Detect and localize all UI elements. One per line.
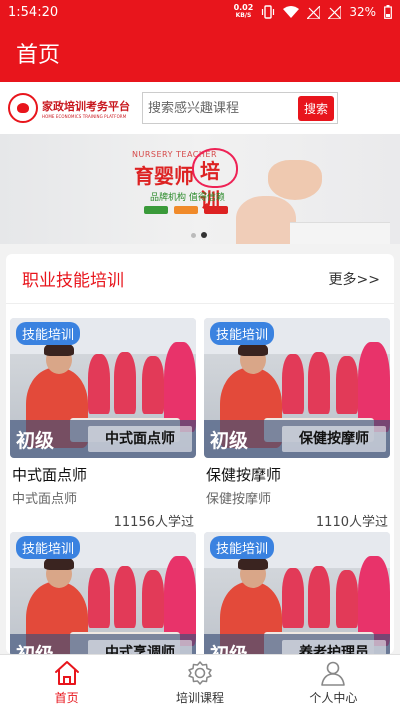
banner-tag	[174, 206, 198, 214]
thumb-person	[336, 356, 358, 414]
thumb-person	[282, 354, 304, 414]
banner-heart-text: 培训	[200, 159, 220, 212]
course-badge: 技能培训	[16, 322, 81, 345]
promo-banner[interactable]: NURSERY TEACHER 育婴师 培训 品牌机构 值得信赖	[0, 134, 400, 244]
course-badge: 技能培训	[210, 536, 275, 559]
network-speed-value: 0.02	[233, 3, 254, 12]
thumb-person	[114, 352, 136, 414]
status-time: 1:54:20	[8, 4, 59, 20]
course-title[interactable]: 中式面点师	[10, 464, 196, 485]
logo-subtext: HOME ECONOMICS TRAINING PLATFORM	[42, 113, 127, 119]
course-title[interactable]: 保健按摩师	[204, 464, 390, 485]
course-level: 初级	[204, 640, 282, 655]
bottom-nav: 首页 培训课程 个人中心	[0, 654, 400, 711]
search-box: 搜索	[142, 92, 338, 124]
thumb-person	[142, 356, 164, 414]
course-level: 初级	[16, 429, 55, 452]
section-title: 职业技能培训	[22, 271, 124, 291]
search-row: 家政培训考务平台 HOME ECONOMICS TRAINING PLATFOR…	[0, 82, 400, 134]
course-subtitle: 中式面点师	[12, 492, 78, 507]
status-bar: 1:54:20 0.02 KB/S 32%	[0, 0, 400, 24]
nav-item-label: 首页	[54, 691, 79, 705]
nav-item-home[interactable]: 首页	[0, 655, 133, 711]
course-thumbnail[interactable]: 技能培训 初级 保健按摩师	[204, 318, 390, 458]
course-overlay-name: 中式面点师	[88, 426, 192, 452]
logo-emblem-icon	[8, 93, 38, 123]
banner-subtext: 品牌机构 值得信赖	[150, 193, 225, 203]
nav-item-courses[interactable]: 培训课程	[133, 655, 266, 711]
page-title: 首页	[16, 43, 61, 68]
course-overlay: 初级 保健按摩师	[204, 420, 390, 458]
search-input[interactable]	[148, 100, 298, 116]
thumb-person	[114, 566, 136, 628]
course-overlay-name: 养老护理员	[282, 640, 386, 654]
course-overlay: 初级 中式烹调师	[10, 634, 196, 654]
title-bar: 首页	[0, 24, 400, 82]
banner-baby-image	[268, 160, 322, 200]
course-overlay: 初级 养老护理员	[204, 634, 390, 654]
thumb-person	[142, 570, 164, 628]
course-card[interactable]: 技能培训 初级 中式面点师 中式面点师 中式面点师 11156人学过	[10, 318, 196, 530]
course-overlay: 初级 中式面点师	[10, 420, 196, 458]
course-overlay-name: 保健按摩师	[282, 426, 386, 452]
banner-main-text: 育婴师	[134, 164, 194, 188]
battery-percent: 32%	[349, 5, 376, 19]
wifi-icon	[283, 6, 300, 18]
banner-shirt-image	[290, 222, 390, 244]
course-level: 初级	[10, 640, 88, 655]
logo-text-group: 家政培训考务平台 HOME ECONOMICS TRAINING PLATFOR…	[42, 98, 130, 119]
network-speed-unit: KB/S	[235, 12, 252, 19]
banner-tags	[144, 206, 228, 214]
banner-tag	[144, 206, 168, 214]
thumb-person	[88, 354, 110, 414]
pagination-dot-active[interactable]	[201, 232, 207, 238]
heart-icon: 培训	[192, 148, 238, 212]
gear-icon	[188, 661, 212, 685]
vibrate-icon	[262, 5, 275, 19]
thumb-person	[308, 352, 330, 414]
user-icon	[321, 661, 346, 686]
course-badge: 技能培训	[210, 322, 275, 345]
home-icon	[54, 661, 79, 685]
pagination-dot[interactable]	[191, 232, 196, 238]
nav-item-label: 培训课程	[175, 691, 224, 705]
course-learner-count: 1110人学过	[315, 515, 388, 530]
thumb-person	[308, 566, 330, 628]
nav-item-label: 个人中心	[309, 691, 358, 705]
network-speed: 0.02 KB/S	[234, 4, 254, 20]
banner-pagination	[191, 232, 207, 238]
signal-icon	[307, 5, 321, 19]
banner-mother-image	[236, 196, 296, 244]
more-link[interactable]: 更多>>	[329, 269, 380, 289]
battery-icon	[384, 5, 392, 19]
course-thumbnail[interactable]: 技能培训 初级 中式烹调师	[10, 532, 196, 654]
banner-tag	[204, 206, 228, 214]
skills-training-section: 职业技能培训 更多>> 技能培训 初级 中式面点师 中式面点师 中式面点师 11…	[6, 254, 394, 654]
course-card[interactable]: 技能培训 初级 中式烹调师	[10, 532, 196, 654]
thumb-person	[282, 568, 304, 628]
thumb-person	[88, 568, 110, 628]
course-thumbnail[interactable]: 技能培训 初级 中式面点师	[10, 318, 196, 458]
course-card[interactable]: 技能培训 初级 保健按摩师 保健按摩师 保健按摩师 1110人学过	[204, 318, 390, 530]
course-overlay-name: 中式烹调师	[88, 640, 192, 654]
course-subtitle: 保健按摩师	[206, 492, 272, 507]
signal-icon-2	[328, 5, 342, 19]
course-badge: 技能培训	[16, 536, 81, 559]
course-thumbnail[interactable]: 技能培训 初级 养老护理员	[204, 532, 390, 654]
nav-item-profile[interactable]: 个人中心	[267, 655, 400, 711]
course-learner-count: 11156人学过	[113, 515, 194, 530]
thumb-person	[336, 570, 358, 628]
search-button[interactable]: 搜索	[297, 95, 334, 121]
status-icons: 0.02 KB/S 32%	[234, 4, 392, 20]
platform-logo: 家政培训考务平台 HOME ECONOMICS TRAINING PLATFOR…	[8, 93, 140, 123]
course-level: 初级	[210, 429, 249, 452]
course-card[interactable]: 技能培训 初级 养老护理员	[204, 532, 390, 654]
logo-text: 家政培训考务平台	[42, 99, 130, 113]
section-header: 职业技能培训 更多>>	[6, 254, 394, 304]
